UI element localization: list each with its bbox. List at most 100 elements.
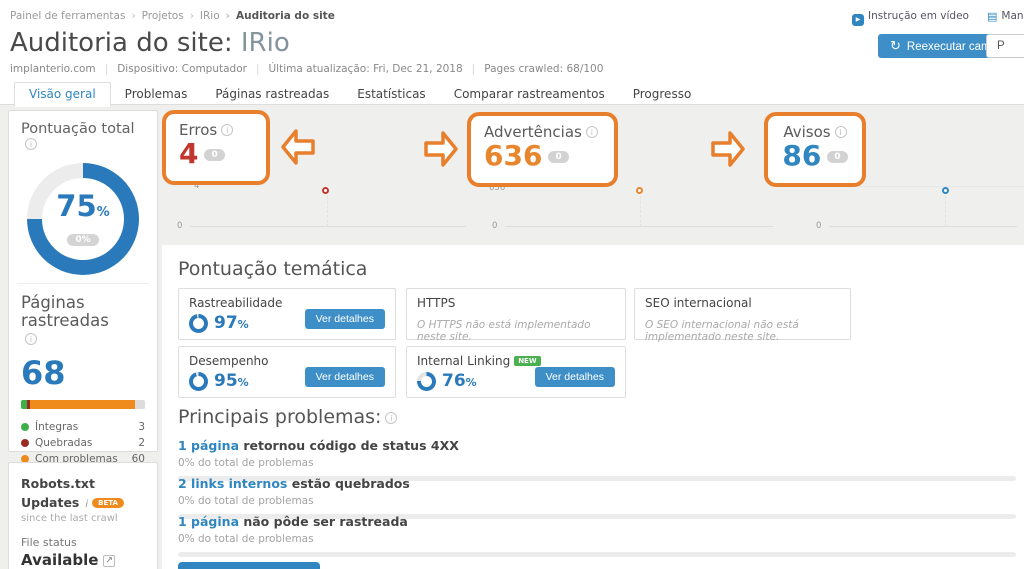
top-issues-title: Principais problemas: i [178,406,398,428]
crawled-pages-bar [21,400,145,409]
notices-metric-box[interactable]: Avisos i 86 0 [764,112,866,187]
notices-delta-badge: 0 [827,151,848,163]
warnings-value[interactable]: 636 [484,139,542,172]
total-score-gauge: 75% 0% [27,163,139,275]
issue-item-not-crawled: 1 página não pôde ser rastreada 0% do to… [178,514,1016,557]
info-icon[interactable]: i [25,138,37,150]
total-score-card: Pontuação totali 75% 0% Páginas rastread… [8,110,158,497]
issue-link[interactable]: 1 página [178,514,239,529]
chart-tick [640,196,642,227]
meta-pages-crawled: Pages crawled: 68/100 [463,63,604,75]
user-manual-link[interactable]: ▤Manual do u [987,10,1024,23]
chart-tick [326,196,328,227]
errors-delta-badge: 0 [204,149,225,161]
tab-crawled-pages[interactable]: Páginas rastreadas [201,83,343,106]
info-icon[interactable]: i [834,126,847,138]
bar-segment-issues [30,400,136,409]
breadcrumb: Painel de ferramentasProjetosIRioAuditor… [10,10,335,22]
breadcrumb-projects[interactable]: Projetos [125,10,183,22]
legend-row-broken: Quebradas 2 [21,437,145,449]
errors-value[interactable]: 4 [179,137,198,170]
video-tutorial-link[interactable]: ▶ Instrução em vídeo [852,10,969,26]
thematic-card-label: Internal Linking NEW [417,354,615,368]
info-icon[interactable]: i [221,124,234,136]
issue-item-broken-links: 2 links internos estão quebrados 0% do t… [178,476,1016,519]
issue-text: estão quebrados [287,476,410,491]
annotation-arrow-right-icon [424,131,458,167]
robots-subtitle: since the last crawl [21,513,118,524]
breadcrumb-tools[interactable]: Painel de ferramentas [10,10,125,22]
file-status-link[interactable]: Available ↗ [21,551,145,569]
thematic-card-note: O HTTPS não está implementado neste site… [417,319,591,343]
breadcrumb-project[interactable]: IRio [184,10,220,22]
annotation-arrow-left-icon [281,129,315,165]
meta-last-update: Última atualização: Fri, Dec 21, 2018 [247,63,463,75]
tab-overview[interactable]: Visão geral [14,82,111,107]
thematic-card-label: HTTPS [417,296,456,310]
tab-progress[interactable]: Progresso [619,83,706,106]
page-title-project: IRio [240,28,290,58]
issue-link[interactable]: 2 links internos [178,476,287,491]
legend-dot [21,423,29,431]
thematic-score-title: Pontuação temática [178,258,368,280]
info-icon[interactable]: i [585,126,598,138]
robots-txt-card: Robots.txt Updates i BETA since the last c… [8,462,158,569]
issue-link[interactable]: 1 página [178,438,239,453]
thematic-card-https: HTTPS O HTTPS não está implementado nest… [406,288,626,343]
thematic-card-note: O SEO internacional não está implementad… [645,319,799,343]
annotation-arrow-right-icon [711,131,745,167]
info-icon[interactable]: i [85,499,88,510]
page-title: Auditoria do site: IRio [10,28,290,58]
help-links: ▶ Instrução em vídeo ▤Manual do u [852,10,1024,26]
info-icon[interactable]: i [25,333,37,345]
total-score-title: Pontuação totali [21,121,135,150]
thematic-card-performance: Desempenho 95% Ver detalhes [178,346,396,398]
total-score-value: 75 [56,189,97,223]
issue-share: 0% do total de problemas [178,495,314,507]
notices-value[interactable]: 86 [782,139,821,172]
warnings-data-point[interactable] [636,187,644,194]
thematic-card-label: Rastreabilidade [189,296,283,310]
view-details-button[interactable]: Ver detalhes [304,309,385,329]
crawled-pages-title: Páginas rastreadas i [21,293,109,345]
tab-issues[interactable]: Problemas [111,83,202,106]
notices-data-point[interactable] [941,187,949,194]
legend-dot [21,439,29,447]
issue-text: retornou código de status 4XX [239,438,459,453]
donut-center: 75% 0% [42,178,124,260]
chart-tick [944,196,946,227]
refresh-icon: ↻ [890,38,901,53]
info-icon[interactable]: i [385,412,398,424]
warnings-trend-chart: 636 0 [489,183,773,231]
file-status-label: File status [21,536,77,549]
meta-device: Dispositivo: Computador [96,63,247,75]
video-icon: ▶ [852,14,864,26]
errors-metric-box[interactable]: Erros i 40 [162,110,270,185]
view-details-button[interactable]: Ver detalhes [534,367,615,387]
site-audit-page: Painel de ferramentasProjetosIRioAuditor… [0,0,1024,569]
issue-share: 0% do total de problemas [178,457,314,469]
video-tutorial-label: Instrução em vídeo [868,10,969,22]
errors-data-point[interactable] [322,187,330,194]
view-all-issues-button[interactable] [178,562,320,569]
issue-text: não pôde ser rastreada [239,514,408,529]
notices-axis-min: 0 [816,221,822,231]
view-details-button[interactable]: Ver detalhes [304,367,385,387]
chart-baseline [829,226,1017,227]
thematic-card-label: Desempenho [189,354,269,368]
issue-share: 0% do total de problemas [178,533,314,545]
warnings-delta-badge: 0 [548,151,569,163]
book-icon: ▤ [987,10,998,23]
warnings-metric-box[interactable]: Advertências i 636 0 [467,112,618,187]
tab-compare-crawls[interactable]: Comparar rastreamentos [440,83,619,106]
pdf-button[interactable]: P [986,34,1024,58]
page-title-prefix: Auditoria do site: [10,28,233,58]
tab-bar: Visão geral Problemas Páginas rastreadas Es… [0,81,1024,107]
bar-segment-redirects [135,400,145,409]
notices-trend-chart: 100 0 [795,180,1024,231]
thematic-card-international-seo: SEO internacional O SEO internacional nã… [634,288,851,343]
beta-badge: BETA [92,498,124,508]
score-ring [189,313,208,333]
score-ring [417,371,436,391]
tab-statistics[interactable]: Estatísticas [343,83,439,106]
